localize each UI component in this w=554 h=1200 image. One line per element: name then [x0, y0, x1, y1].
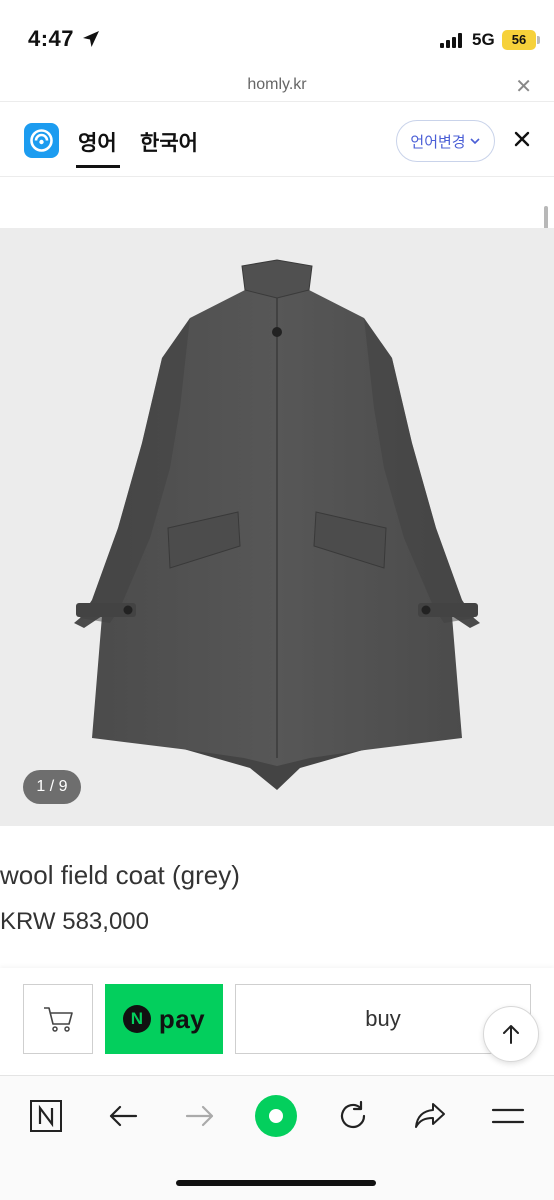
forward-arrow-icon	[185, 1105, 214, 1127]
purchase-bar: N pay buy	[0, 968, 554, 1072]
arrow-up-icon	[503, 1025, 519, 1044]
product-price: KRW 583,000	[0, 908, 149, 935]
forward-button[interactable]	[178, 1094, 222, 1138]
url-domain[interactable]: homly.kr	[0, 76, 554, 94]
green-dot-button[interactable]	[254, 1094, 298, 1138]
change-language-label: 언어변경	[410, 132, 466, 151]
battery-tip	[537, 36, 540, 44]
back-arrow-icon	[109, 1105, 138, 1127]
cart-icon	[44, 1007, 73, 1032]
url-bar[interactable]: homly.kr ✕	[0, 72, 554, 102]
translate-bar: 영어 한국어 언어변경	[0, 103, 554, 177]
add-to-cart-button[interactable]	[23, 984, 93, 1054]
battery-icon: 56	[502, 30, 536, 50]
papago-logo-icon	[24, 123, 59, 158]
close-translate-icon[interactable]	[512, 129, 532, 149]
product-image[interactable]	[0, 228, 554, 826]
reload-icon	[340, 1100, 366, 1129]
naver-n-icon	[30, 1100, 62, 1132]
tab-english[interactable]: 영어	[78, 127, 117, 157]
naver-home-button[interactable]	[24, 1094, 68, 1138]
green-dot-icon	[255, 1095, 297, 1137]
network-type: 5G	[472, 30, 495, 49]
status-bar: 4:47 5G 56	[0, 0, 554, 76]
location-arrow-icon	[83, 31, 99, 47]
image-counter-badge: 1 / 9	[23, 770, 81, 804]
close-icon[interactable]: ✕	[515, 74, 532, 99]
reload-button[interactable]	[331, 1094, 375, 1138]
chevron-down-icon	[470, 138, 480, 145]
home-indicator	[176, 1180, 376, 1186]
scroll-to-top-button[interactable]	[483, 1006, 539, 1062]
npay-logo-icon: N	[122, 1005, 151, 1033]
battery-level: 56	[511, 32, 527, 47]
menu-icon	[491, 1108, 525, 1124]
change-language-button[interactable]: 언어변경	[396, 120, 495, 162]
share-icon	[415, 1103, 445, 1128]
status-time: 4:47	[28, 26, 75, 51]
signal-icon	[440, 32, 466, 48]
active-tab-underline	[76, 165, 120, 168]
menu-button[interactable]	[486, 1094, 530, 1138]
share-button[interactable]	[408, 1094, 452, 1138]
npay-button[interactable]: N pay	[105, 984, 223, 1054]
coat-image	[74, 259, 480, 790]
back-button[interactable]	[101, 1094, 145, 1138]
npay-label: pay	[158, 1003, 206, 1034]
tab-korean[interactable]: 한국어	[140, 127, 198, 157]
product-name: wool field coat (grey)	[0, 860, 240, 890]
